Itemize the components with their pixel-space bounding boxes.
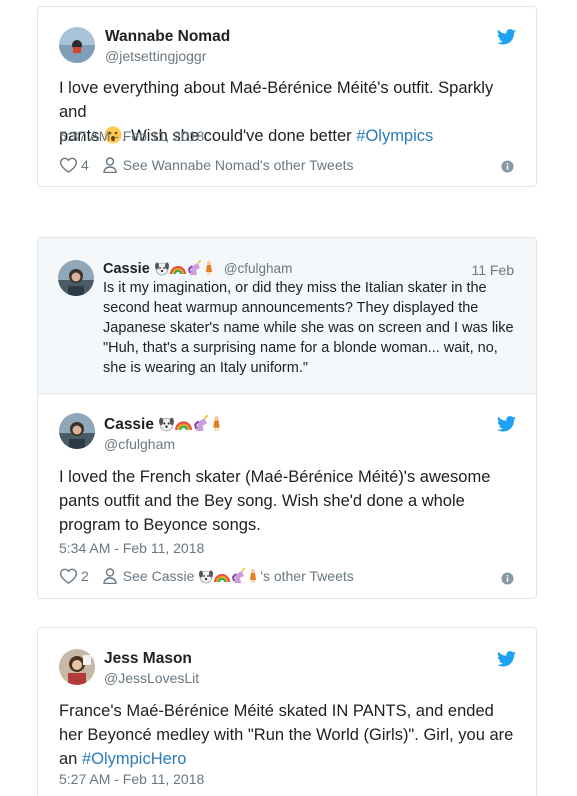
tweet-text: France's Maé-Bérénice Méité skated IN PA… (59, 699, 521, 771)
tweet-actions: 2 See Cassie 's other Tweets (60, 566, 354, 586)
rainbow-emoji (214, 574, 231, 583)
dog-face-emoji (159, 417, 175, 432)
quoted-tweet-text: Is it my imagination, or did they miss t… (103, 280, 514, 376)
twitter-bird-icon[interactable] (497, 416, 516, 432)
avatar[interactable] (58, 260, 94, 296)
author-name-text: Cassie (104, 416, 154, 433)
tweet-text-part: I love everything about Maé-Bérénice Méi… (59, 79, 494, 121)
dog-face-emoji (199, 570, 214, 584)
author-name[interactable]: Wannabe Nomad (105, 28, 230, 46)
author-name[interactable]: Jess Mason (104, 650, 192, 668)
author-handle[interactable]: @JessLovesLit (104, 670, 199, 686)
tweet-card-wannabe-nomad[interactable]: Wannabe Nomad @jetsettingjoggr I love ev… (37, 6, 537, 187)
heart-icon[interactable] (60, 157, 77, 173)
see-other-tweets-link[interactable]: See Wannabe Nomad's other Tweets (123, 157, 354, 173)
name-emoji-set (158, 415, 224, 433)
quoted-tweet[interactable]: Cassie @cfulgham 11 Feb Is it my imagina… (38, 238, 536, 394)
unicorn-emoji (194, 415, 209, 431)
hashtag-link[interactable]: #OlympicHero (82, 750, 187, 768)
tweet-card-jess-mason[interactable]: Jess Mason @JessLovesLit France's Maé-Bé… (37, 627, 537, 796)
woman-fairy-emoji (205, 261, 212, 275)
woman-fairy-emoji (213, 416, 220, 431)
tweet-text: I loved the French skater (Maé-Bérénice … (59, 468, 491, 534)
tweet-timestamp[interactable]: 5:37 AM - Feb 11, 2018 (59, 128, 204, 144)
author-name-text: Cassie (103, 261, 150, 277)
info-icon[interactable] (501, 160, 514, 173)
author-handle[interactable]: @cfulgham (224, 261, 292, 276)
author-name[interactable]: Cassie @cfulgham (103, 260, 292, 277)
author-handle[interactable]: @cfulgham (104, 436, 175, 452)
author-name[interactable]: Cassie (104, 415, 224, 434)
rainbow-emoji (175, 421, 193, 431)
tweet-actions: 4 See Wannabe Nomad's other Tweets (60, 155, 354, 175)
woman-fairy-emoji (250, 569, 257, 583)
rainbow-emoji (169, 266, 186, 275)
see-other-tweets-link[interactable]: See Cassie 's other Tweets (123, 568, 354, 584)
tweet-timestamp[interactable]: 5:34 AM - Feb 11, 2018 (59, 540, 204, 556)
avatar[interactable] (59, 649, 95, 685)
name-emoji-set (154, 260, 220, 277)
person-icon[interactable] (103, 157, 117, 173)
see-other-prefix: See Cassie (122, 568, 195, 584)
hashtag-link[interactable]: #Olympics (356, 127, 433, 145)
unicorn-emoji (232, 568, 246, 583)
tweet-card-cassie[interactable]: Cassie @cfulgham 11 Feb Is it my imagina… (37, 237, 537, 599)
author-handle[interactable]: @jetsettingjoggr (105, 48, 206, 64)
twitter-bird-icon[interactable] (497, 651, 516, 667)
info-icon[interactable] (501, 572, 514, 585)
avatar[interactable] (59, 27, 95, 63)
avatar[interactable] (59, 413, 95, 449)
like-count[interactable]: 2 (81, 568, 89, 584)
unicorn-emoji (187, 260, 202, 275)
quote-date[interactable]: 11 Feb (471, 262, 514, 278)
tweet-timestamp[interactable]: 5:27 AM - Feb 11, 2018 (59, 771, 204, 787)
person-icon[interactable] (103, 568, 117, 584)
dog-face-emoji (154, 262, 169, 276)
twitter-bird-icon[interactable] (497, 29, 516, 45)
see-other-suffix: 's other Tweets (260, 568, 354, 584)
like-count[interactable]: 4 (81, 157, 89, 173)
heart-icon[interactable] (60, 568, 77, 584)
